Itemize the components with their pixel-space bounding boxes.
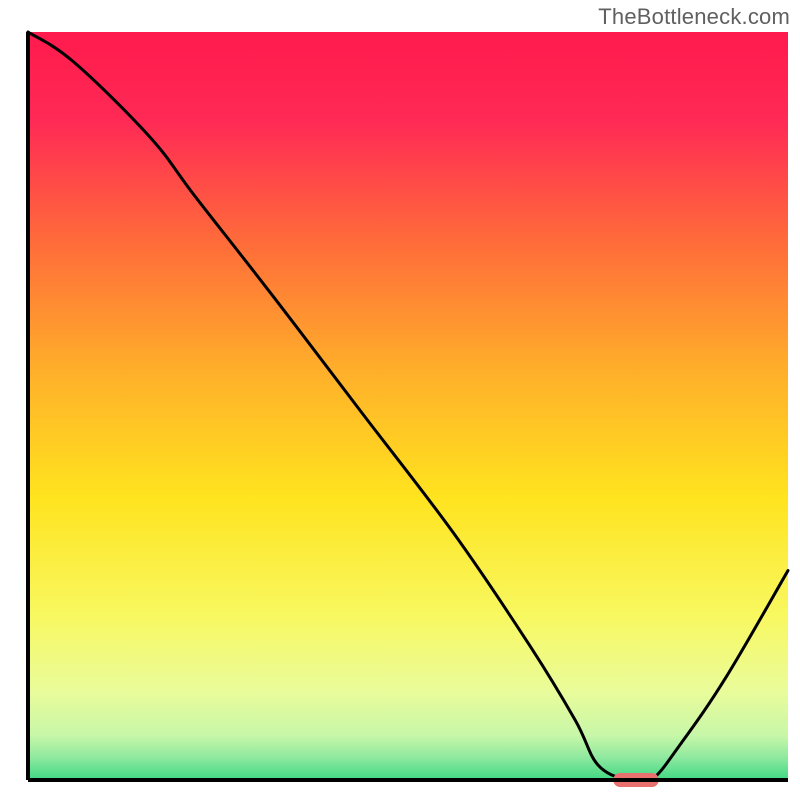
gradient-background <box>28 32 788 780</box>
bottleneck-chart <box>0 0 800 800</box>
chart-container: TheBottleneck.com <box>0 0 800 800</box>
